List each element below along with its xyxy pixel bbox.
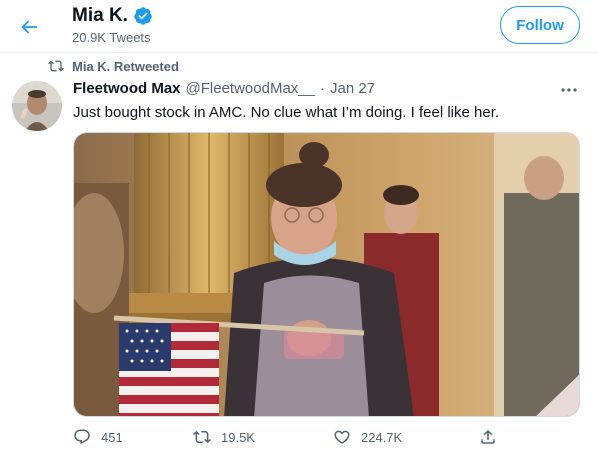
reply-icon [74, 429, 90, 445]
profile-name: Mia K. [72, 5, 153, 27]
tweet-count: 20.9K Tweets [72, 30, 151, 45]
retweet-icon [48, 60, 64, 72]
author-name[interactable]: Fleetwood Max [73, 80, 181, 97]
separator: · [319, 80, 325, 97]
profile-name-text: Mia K. [72, 5, 128, 26]
profile-header: Mia K. 20.9K Tweets Follow [0, 0, 598, 53]
back-button[interactable] [12, 10, 46, 44]
share-button[interactable] [479, 428, 497, 446]
like-count: 224.7K [361, 429, 403, 445]
tweet-actions: 451 19.5K 224.7K [73, 428, 503, 448]
reply-button[interactable]: 451 [73, 428, 123, 446]
tweet-media[interactable] [73, 132, 580, 417]
arrow-left-icon [21, 20, 38, 34]
reply-count: 451 [101, 429, 123, 445]
tweet-text: Just bought stock in AMC. No clue what I… [73, 104, 500, 121]
avatar-image [12, 81, 62, 131]
photo-woman-holding-flag [74, 133, 579, 416]
tweet-date[interactable]: Jan 27 [330, 80, 375, 97]
american-flag [119, 323, 219, 416]
share-icon [481, 429, 495, 444]
retweet-button[interactable]: 19.5K [193, 428, 255, 446]
retweet-indicator: Mia K. Retweeted [48, 57, 179, 75]
retweet-action-icon [193, 430, 211, 444]
heart-icon [334, 430, 350, 444]
author-avatar[interactable] [12, 81, 62, 131]
author-handle[interactable]: @FleetwoodMax__ [186, 80, 315, 97]
more-options-button[interactable] [558, 80, 580, 100]
verified-badge-icon [134, 7, 152, 25]
more-options-icon [561, 88, 577, 92]
retweet-label[interactable]: Mia K. Retweeted [72, 59, 179, 74]
like-button[interactable]: 224.7K [333, 428, 402, 446]
tweet-header: Fleetwood Max @FleetwoodMax__ · Jan 27 [73, 80, 375, 97]
follow-button[interactable]: Follow [500, 6, 580, 44]
retweet-count: 19.5K [221, 429, 255, 445]
